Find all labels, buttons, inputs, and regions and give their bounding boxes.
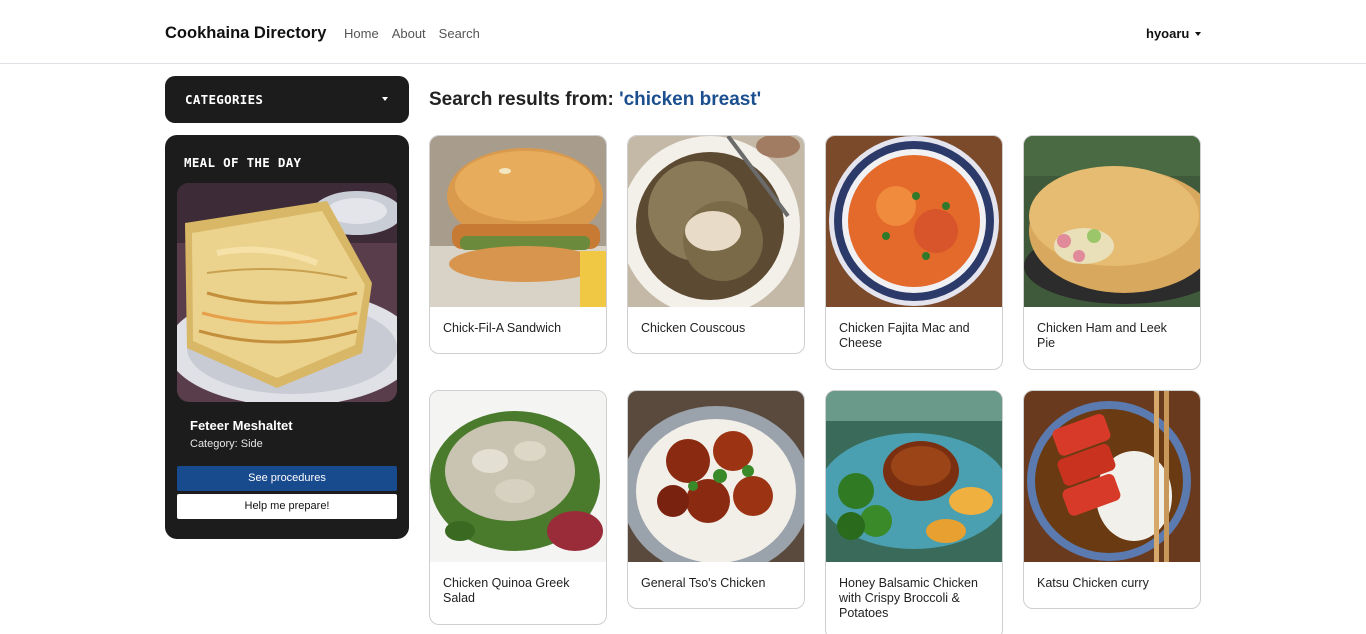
meal-of-the-day-image [177,183,397,402]
search-query: 'chicken breast' [619,89,762,110]
recipe-card[interactable]: General Tso's Chicken [627,390,805,609]
recipe-title[interactable]: Chick-Fil-A Sandwich [430,307,606,336]
recipe-card[interactable]: Chicken Quinoa Greek Salad [429,390,607,625]
chevron-down-icon [1195,31,1202,36]
chevron-down-icon [382,97,388,101]
recipe-image [1024,391,1200,562]
recipe-title[interactable]: Chicken Quinoa Greek Salad [430,562,606,606]
categories-label: CATEGORIES [185,92,264,107]
search-results-heading: Search results from: 'chicken breast' [429,89,761,111]
brand-logo[interactable]: Cookhaina Directory [165,24,326,43]
recipe-title[interactable]: General Tso's Chicken [628,562,804,591]
recipe-title[interactable]: Katsu Chicken curry [1024,562,1200,591]
recipe-title[interactable]: Chicken Fajita Mac and Cheese [826,307,1002,351]
recipe-card[interactable]: Chick-Fil-A Sandwich [429,135,607,354]
recipe-image [430,391,606,562]
see-procedures-button[interactable]: See procedures [177,466,397,491]
nav-links: Home About Search [344,26,493,41]
top-navbar: Cookhaina Directory Home About Search hy… [0,0,1366,64]
recipe-image [826,391,1002,562]
recipe-card[interactable]: Chicken Fajita Mac and Cheese [825,135,1003,370]
nav-link-search[interactable]: Search [439,26,480,41]
recipe-image [430,136,606,307]
recipe-image [826,136,1002,307]
recipe-card[interactable]: Katsu Chicken curry [1023,390,1201,609]
meal-of-the-day-card: MEAL OF THE DAY Feteer Meshaltet Categor… [165,135,409,539]
recipe-title[interactable]: Honey Balsamic Chicken with Crispy Brocc… [826,562,1002,621]
nav-link-home[interactable]: Home [344,26,379,41]
recipe-image [628,391,804,562]
categories-dropdown-button[interactable]: CATEGORIES [165,76,409,123]
user-menu-dropdown[interactable]: hyoaru [1146,26,1202,41]
nav-link-about[interactable]: About [392,26,426,41]
help-me-prepare-button[interactable]: Help me prepare! [177,494,397,519]
recipe-image [1024,136,1200,307]
meal-of-the-day-heading: MEAL OF THE DAY [184,155,302,170]
username: hyoaru [1146,26,1190,41]
recipe-title[interactable]: Chicken Ham and Leek Pie [1024,307,1200,351]
recipe-card[interactable]: Honey Balsamic Chicken with Crispy Brocc… [825,390,1003,634]
results-prefix: Search results from: [429,89,620,110]
recipe-image [628,136,804,307]
meal-category: Category: Side [190,438,263,450]
recipe-card[interactable]: Chicken Couscous [627,135,805,354]
recipe-title[interactable]: Chicken Couscous [628,307,804,336]
meal-name: Feteer Meshaltet [190,418,293,433]
recipe-card[interactable]: Chicken Ham and Leek Pie [1023,135,1201,370]
